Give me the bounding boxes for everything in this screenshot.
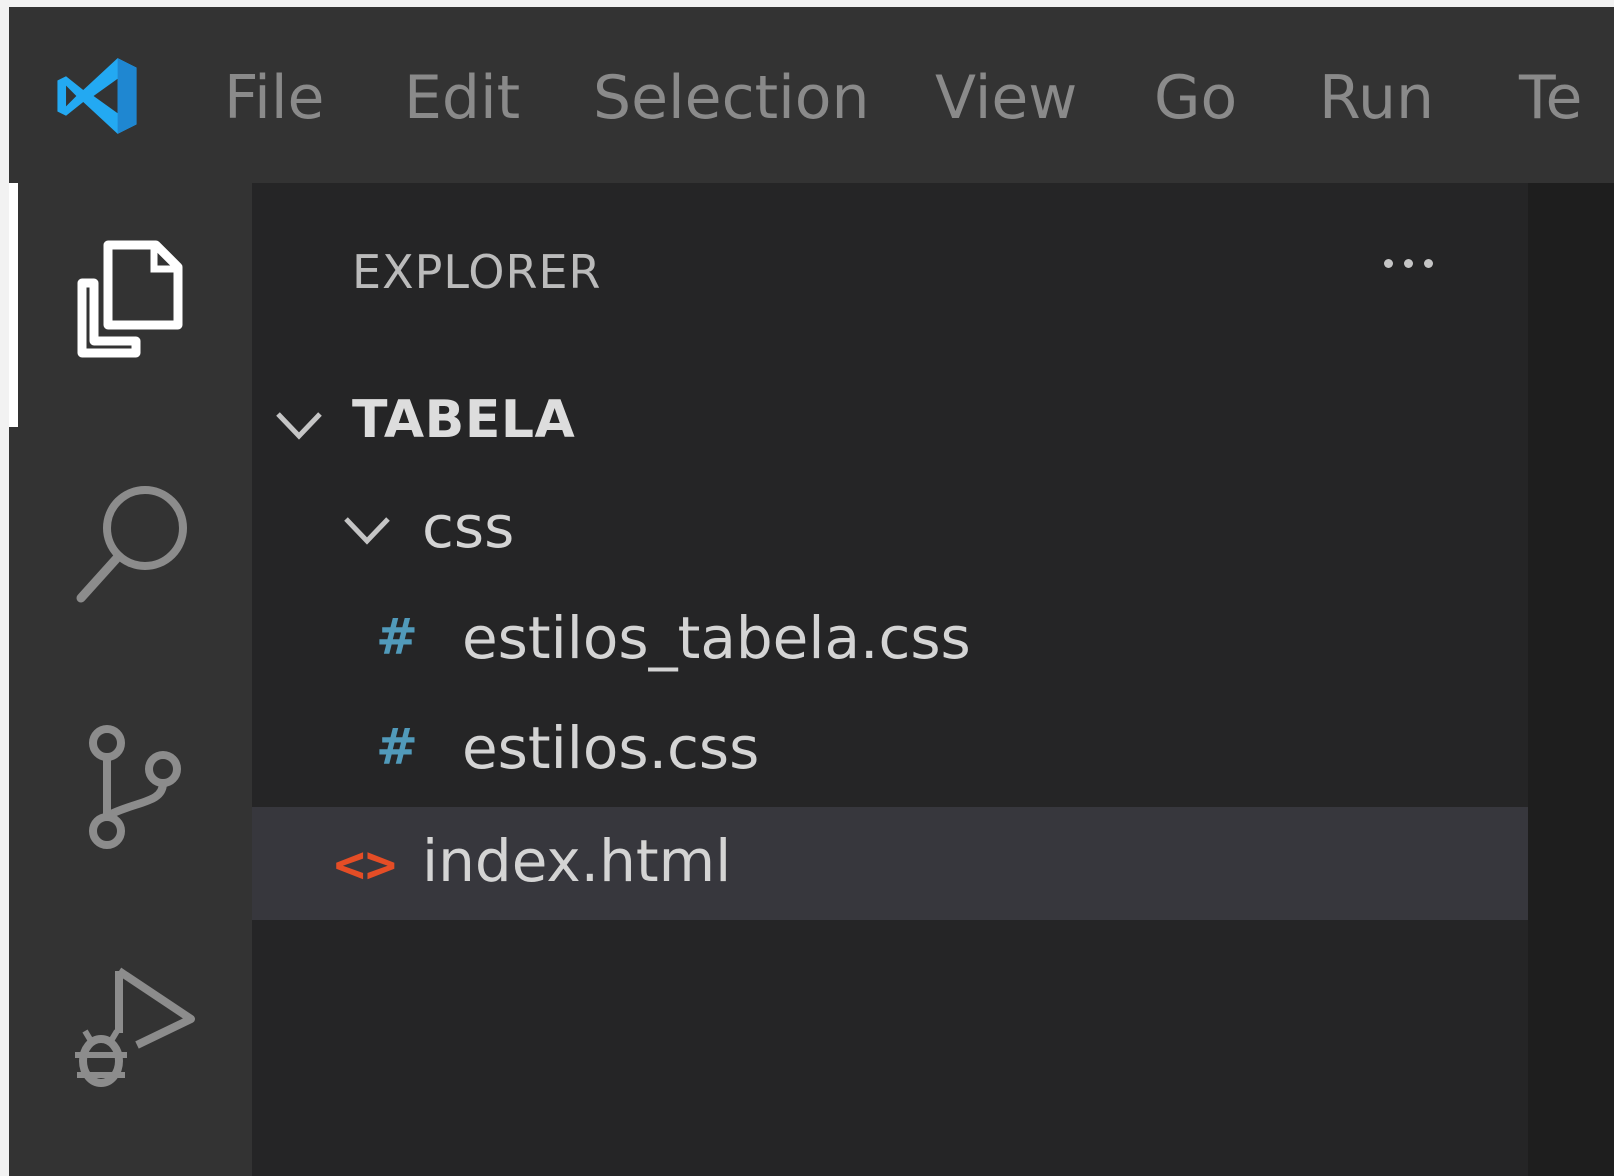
menu-edit[interactable]: Edit (404, 65, 520, 131)
run-debug-icon[interactable] (67, 963, 197, 1093)
root-folder-label: TABELA (352, 390, 576, 450)
menu-run[interactable]: Run (1319, 65, 1434, 131)
chevron-down-icon (344, 517, 390, 545)
more-actions-button[interactable] (1372, 249, 1452, 279)
chevron-down-icon (276, 412, 322, 440)
menu-view[interactable]: View (935, 65, 1077, 131)
activity-bar (9, 183, 252, 1176)
folder-label: css (422, 493, 515, 561)
menu-go[interactable]: Go (1154, 65, 1237, 131)
tree-file-estilos[interactable]: # estilos.css (252, 698, 1528, 808)
explorer-sidebar: EXPLORER TABELA css # estilos_tabela.css… (252, 183, 1528, 1176)
tree-folder-root[interactable]: TABELA (252, 368, 1528, 478)
tree-file-index-html[interactable]: <> index.html (252, 807, 1528, 920)
css-file-icon: # (376, 718, 418, 776)
sidebar-title: EXPLORER (352, 245, 602, 299)
title-bar: File Edit Selection View Go Run Te (9, 7, 1614, 183)
tree-file-estilos-tabela[interactable]: # estilos_tabela.css (252, 588, 1528, 698)
file-label: estilos_tabela.css (462, 604, 971, 672)
html-file-icon: <> (334, 835, 397, 895)
menu-terminal[interactable]: Te (1519, 65, 1582, 131)
menu-selection[interactable]: Selection (593, 65, 870, 131)
vscode-window: File Edit Selection View Go Run Te EXPLO… (9, 7, 1614, 1176)
css-file-icon: # (376, 608, 418, 666)
tree-folder-css[interactable]: css (252, 479, 1528, 589)
file-label: index.html (422, 827, 732, 895)
source-control-icon[interactable] (67, 723, 197, 853)
editor-area (1528, 183, 1614, 1176)
explorer-icon[interactable] (64, 233, 194, 363)
search-icon[interactable] (67, 478, 197, 608)
vscode-logo-icon (57, 58, 137, 134)
menu-file[interactable]: File (224, 65, 324, 131)
active-indicator (9, 183, 18, 427)
file-label: estilos.css (462, 714, 760, 782)
